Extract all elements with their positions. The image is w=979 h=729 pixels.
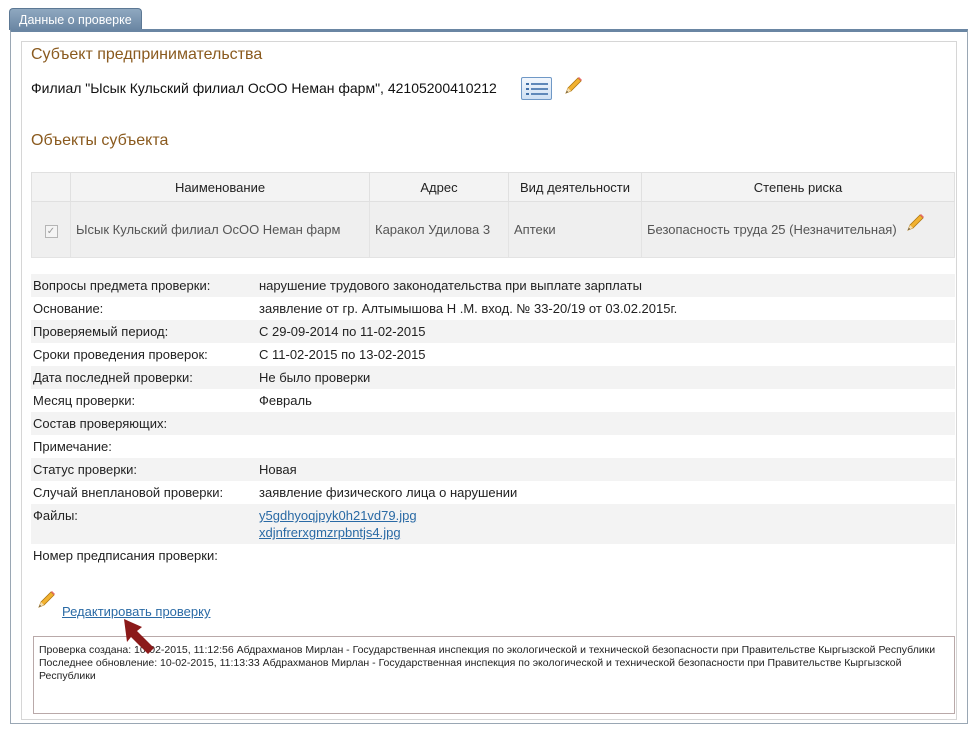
- detail-value: С 29-09-2014 по 11-02-2015: [259, 324, 426, 339]
- audit-log: Проверка создана: 10-02-2015, 11:12:56 А…: [33, 636, 955, 714]
- cell-object-address: Каракол Удилова 3: [369, 201, 509, 258]
- detail-label: Состав проверяющих:: [33, 416, 168, 431]
- cell-object-risk: Безопасность труда 25 (Незначительная): [641, 201, 955, 258]
- detail-label: Основание:: [33, 301, 104, 316]
- table-row: ✓ Ысык Кульский филиал ОсОО Неман фарм К…: [31, 201, 955, 258]
- detail-row-month: Месяц проверки: Февраль: [31, 389, 955, 412]
- log-created: Проверка создана: 10-02-2015, 11:12:56 А…: [39, 644, 936, 656]
- detail-label: Вопросы предмета проверки:: [33, 278, 211, 293]
- pencil-icon[interactable]: [35, 589, 57, 611]
- column-header-activity: Вид деятельности: [508, 172, 642, 202]
- detail-value: Не было проверки: [259, 370, 371, 385]
- detail-row-terms: Сроки проведения проверок: С 11-02-2015 …: [31, 343, 955, 366]
- objects-table: Наименование Адрес Вид деятельности Степ…: [31, 172, 955, 258]
- detail-row-period: Проверяемый период: С 29-09-2014 по 11-0…: [31, 320, 955, 343]
- detail-row-basis: Основание: заявление от гр. Алтымышова Н…: [31, 297, 955, 320]
- list-icon[interactable]: [521, 77, 552, 100]
- pencil-icon[interactable]: [904, 212, 926, 234]
- detail-label: Номер предписания проверки:: [33, 548, 218, 563]
- file-link[interactable]: xdjnfrerxgmzrpbntjs4.jpg: [259, 525, 401, 540]
- detail-label: Случай внеплановой проверки:: [33, 485, 224, 500]
- inspection-details: Вопросы предмета проверки: нарушение тру…: [31, 274, 955, 567]
- subject-name: Филиал "Ысык Кульский филиал ОсОО Неман …: [31, 80, 497, 96]
- risk-text: Безопасность труда 25 (Незначительная): [647, 222, 897, 237]
- detail-row-questions: Вопросы предмета проверки: нарушение тру…: [31, 274, 955, 297]
- pencil-icon[interactable]: [562, 75, 584, 97]
- detail-label: Файлы:: [33, 508, 78, 523]
- detail-row-unplanned: Случай внеплановой проверки: заявление ф…: [31, 481, 955, 504]
- detail-row-note: Примечание:: [31, 435, 955, 458]
- detail-row-order-number: Номер предписания проверки:: [31, 544, 955, 567]
- column-header-address: Адрес: [369, 172, 509, 202]
- file-link[interactable]: y5gdhyoqjpyk0h21vd79.jpg: [259, 508, 417, 523]
- detail-label: Месяц проверки:: [33, 393, 136, 408]
- detail-row-last-inspection: Дата последней проверки: Не было проверк…: [31, 366, 955, 389]
- detail-value: заявление от гр. Алтымышова Н .М. вход. …: [259, 301, 678, 316]
- detail-label: Проверяемый период:: [33, 324, 169, 339]
- detail-label: Сроки проведения проверок:: [33, 347, 208, 362]
- detail-label: Дата последней проверки:: [33, 370, 193, 385]
- row-checkbox-cell: ✓: [31, 201, 71, 258]
- detail-row-staff: Состав проверяющих:: [31, 412, 955, 435]
- column-header-risk: Степень риска: [641, 172, 955, 202]
- detail-label: Примечание:: [33, 439, 112, 454]
- subject-heading: Субъект предпринимательства: [31, 46, 263, 63]
- tab-inspection-data[interactable]: Данные о проверке: [9, 8, 142, 30]
- row-checkbox[interactable]: ✓: [44, 224, 58, 238]
- detail-value: нарушение трудового законодательства при…: [259, 278, 642, 293]
- annotation-arrow-icon: [124, 619, 154, 654]
- column-header-select: [31, 172, 71, 202]
- detail-row-files: Файлы: y5gdhyoqjpyk0h21vd79.jpg xdjnfrer…: [31, 504, 955, 544]
- cell-object-name: Ысык Кульский филиал ОсОО Неман фарм: [70, 201, 370, 258]
- detail-value: С 11-02-2015 по 13-02-2015: [259, 347, 426, 362]
- detail-value: заявление физического лица о нарушении: [259, 485, 518, 500]
- detail-row-status: Статус проверки: Новая: [31, 458, 955, 481]
- detail-label: Статус проверки:: [33, 462, 137, 477]
- column-header-name: Наименование: [70, 172, 370, 202]
- detail-value: Февраль: [259, 393, 312, 408]
- cell-object-activity: Аптеки: [508, 201, 642, 258]
- objects-heading: Объекты субъекта: [31, 132, 169, 149]
- detail-value: Новая: [259, 462, 297, 477]
- log-updated: Последнее обновление: 10-02-2015, 11:13:…: [39, 657, 902, 682]
